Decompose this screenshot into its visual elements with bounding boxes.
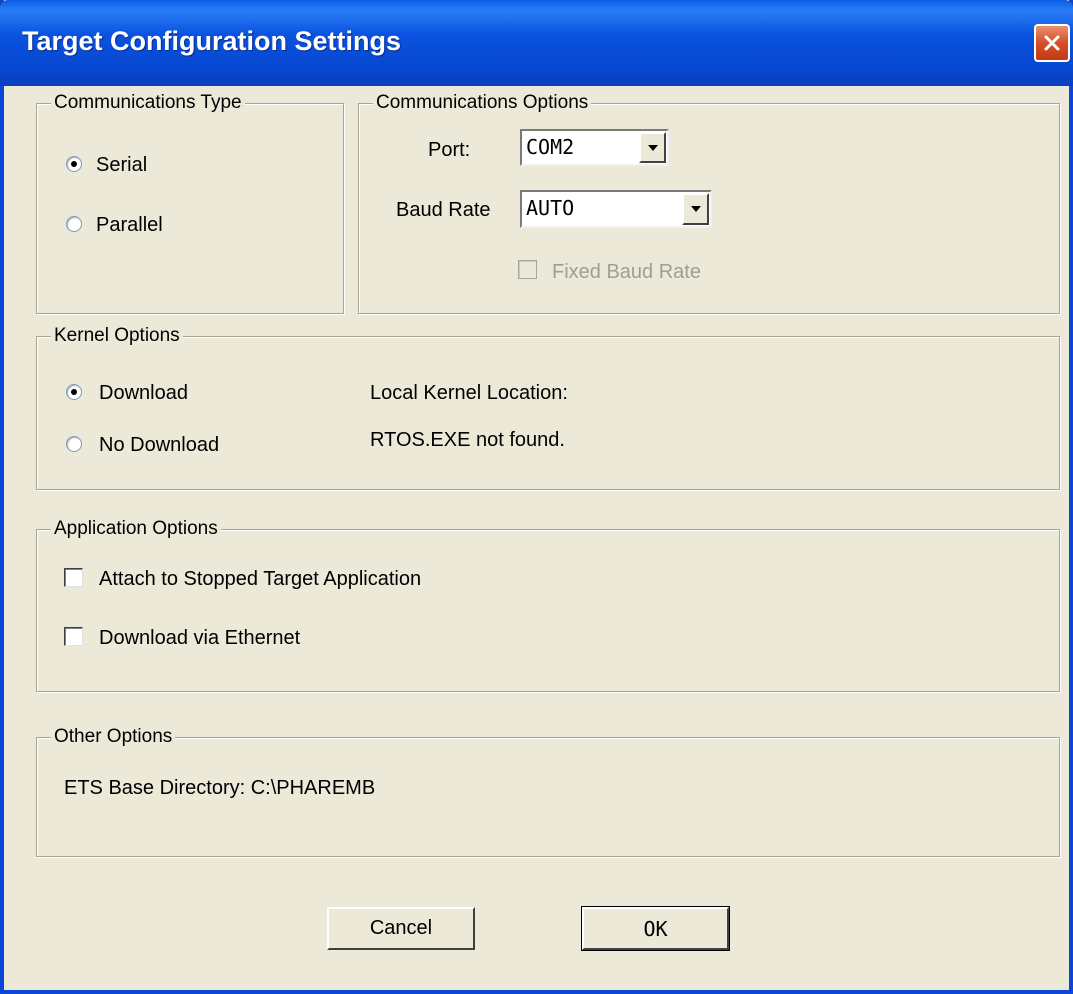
- application-options-group: Application Options: [36, 518, 1060, 692]
- attach-stopped-app-checkbox[interactable]: [64, 568, 83, 587]
- communications-options-legend: Communications Options: [373, 92, 592, 114]
- baud-rate-select[interactable]: AUTO: [520, 190, 712, 228]
- title-bar[interactable]: Target Configuration Settings: [0, 0, 1073, 86]
- fixed-baud-rate-checkbox[interactable]: [518, 260, 537, 279]
- local-kernel-location-label: Local Kernel Location:: [370, 382, 568, 404]
- no-download-radio[interactable]: [66, 436, 82, 452]
- baud-rate-select-value: AUTO: [526, 196, 575, 220]
- fixed-baud-rate-label: Fixed Baud Rate: [552, 261, 701, 283]
- communications-type-legend: Communications Type: [51, 92, 245, 114]
- port-select-value: COM2: [526, 135, 575, 159]
- cancel-button-label: Cancel: [369, 917, 433, 939]
- other-options-legend: Other Options: [51, 726, 176, 748]
- download-via-ethernet-checkbox[interactable]: [64, 627, 83, 646]
- chevron-down-icon: [647, 144, 658, 151]
- close-icon: [1044, 35, 1060, 51]
- parallel-radio-label[interactable]: Parallel: [96, 213, 163, 237]
- kernel-location-status: RTOS.EXE not found.: [370, 429, 565, 451]
- port-label: Port:: [428, 139, 471, 161]
- application-options-legend: Application Options: [51, 518, 221, 540]
- ok-button-label: OK: [643, 916, 668, 941]
- kernel-options-legend: Kernel Options: [51, 325, 183, 347]
- port-dropdown-button[interactable]: [639, 132, 666, 163]
- download-radio-label[interactable]: Download: [99, 381, 188, 405]
- download-via-ethernet-label[interactable]: Download via Ethernet: [99, 626, 300, 650]
- cancel-button[interactable]: Cancel: [327, 907, 475, 950]
- communications-type-group: Communications Type: [36, 92, 344, 314]
- kernel-options-group: Kernel Options: [36, 325, 1060, 490]
- attach-stopped-app-label[interactable]: Attach to Stopped Target Application: [99, 567, 421, 591]
- port-select[interactable]: COM2: [520, 129, 669, 166]
- dialog-title: Target Configuration Settings: [22, 26, 401, 56]
- download-radio[interactable]: [66, 384, 82, 400]
- ok-button[interactable]: OK: [581, 906, 730, 951]
- chevron-down-icon: [690, 206, 701, 212]
- serial-radio-label[interactable]: Serial: [96, 153, 147, 177]
- no-download-radio-label[interactable]: No Download: [99, 433, 219, 457]
- serial-radio[interactable]: [66, 156, 82, 172]
- parallel-radio[interactable]: [66, 216, 82, 232]
- ets-base-directory-text: ETS Base Directory: C:\PHAREMB: [64, 777, 376, 799]
- baud-rate-dropdown-button[interactable]: [682, 193, 709, 225]
- dialog-window: Target Configuration Settings Communicat…: [0, 0, 1073, 994]
- baud-rate-label: Baud Rate: [396, 199, 491, 221]
- close-button[interactable]: [1034, 24, 1070, 62]
